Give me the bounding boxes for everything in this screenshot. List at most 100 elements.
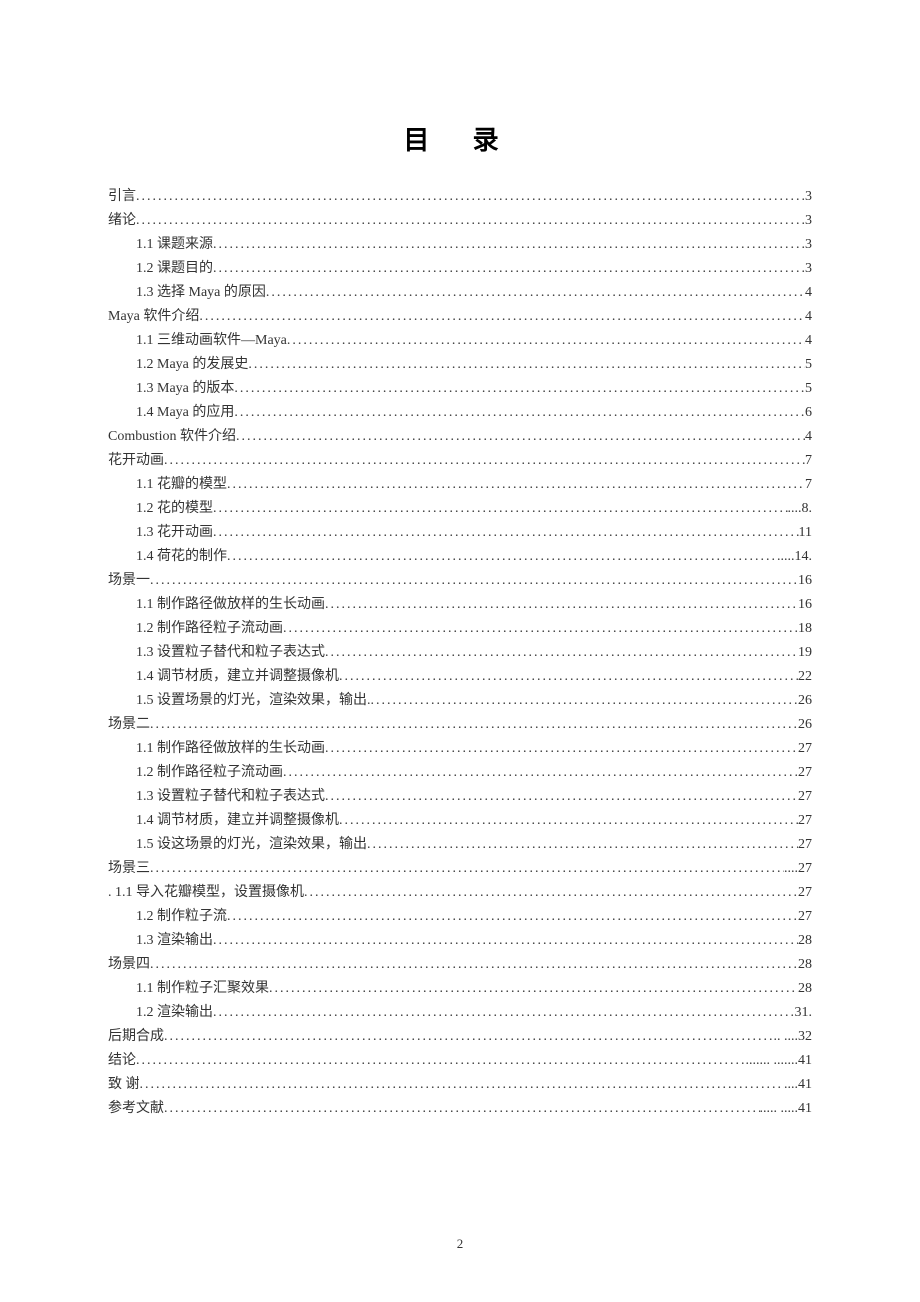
toc-entry-page: 27 bbox=[798, 785, 812, 809]
toc-entry-page: 7 bbox=[805, 449, 812, 473]
toc-dots bbox=[339, 809, 798, 833]
toc-entry-label: 参考文献 bbox=[108, 1097, 164, 1121]
toc-entry: 1.4 调节材质，建立并调整摄像机 27 bbox=[108, 809, 812, 833]
toc-dots bbox=[213, 257, 805, 281]
toc-entry-label: 1.4 荷花的制作 bbox=[136, 545, 227, 569]
toc-dots bbox=[213, 1001, 795, 1025]
toc-entry-page: 4 bbox=[805, 329, 812, 353]
toc-entry-label: 1.2 制作粒子流 bbox=[136, 905, 227, 929]
toc-entry-page: 4 bbox=[805, 425, 812, 449]
toc-entry-page: 26 bbox=[798, 713, 812, 737]
toc-list: 引言3绪论31.1 课题来源31.2 课题目的31.3 选择 Maya 的原因 … bbox=[108, 185, 812, 1121]
toc-entry-label: 1.3 选择 Maya 的原因 bbox=[136, 281, 266, 305]
toc-entry: 1.2 渲染输出31. bbox=[108, 1001, 812, 1025]
toc-entry-label: 场景一 bbox=[108, 569, 150, 593]
toc-entry-page: 3 bbox=[805, 257, 812, 281]
toc-entry-label: 后期合成 bbox=[108, 1025, 164, 1049]
toc-entry: 1.2 花的模型 ....8. bbox=[108, 497, 812, 521]
toc-entry-page: 27 bbox=[798, 833, 812, 857]
toc-entry-label: 1.4 Maya 的应用 bbox=[136, 401, 234, 425]
toc-dots bbox=[325, 737, 798, 761]
toc-entry: 1.2 制作路径粒子流动画18 bbox=[108, 617, 812, 641]
toc-entry-label: 1.3 设置粒子替代和粒子表达式 bbox=[136, 641, 325, 665]
toc-entry: 1.2 Maya 的发展史 5 bbox=[108, 353, 812, 377]
toc-entry: 1.1 制作粒子汇聚效果28 bbox=[108, 977, 812, 1001]
toc-entry: 结论 ....... .......41 bbox=[108, 1049, 812, 1073]
toc-entry-label: 1.5 设这场景的灯光，渲染效果，输出 bbox=[136, 833, 367, 857]
toc-entry-page: 5 bbox=[805, 353, 812, 377]
toc-dots bbox=[136, 185, 805, 209]
toc-entry: Maya 软件介绍4 bbox=[108, 305, 812, 329]
toc-entry: 1.3 Maya 的版本5 bbox=[108, 377, 812, 401]
toc-entry-label: 1.2 Maya 的发展史 bbox=[136, 353, 248, 377]
toc-entry: 1.1 课题来源3 bbox=[108, 233, 812, 257]
toc-entry-label: 1.4 调节材质，建立并调整摄像机 bbox=[136, 809, 339, 833]
toc-entry-page: 27 bbox=[798, 881, 812, 905]
toc-entry: 1.1 花瓣的模型 7 bbox=[108, 473, 812, 497]
toc-entry: 1.2 制作粒子流27 bbox=[108, 905, 812, 929]
toc-entry-label: 1.1 制作路径做放样的生长动画 bbox=[136, 737, 325, 761]
toc-dots bbox=[227, 473, 805, 497]
toc-dots bbox=[227, 905, 798, 929]
toc-dots bbox=[287, 329, 805, 353]
toc-entry: 1.1 三维动画软件—Maya4 bbox=[108, 329, 812, 353]
toc-entry-page: 5 bbox=[805, 377, 812, 401]
toc-dots bbox=[325, 593, 798, 617]
toc-entry-page: 7 bbox=[805, 473, 812, 497]
toc-dots bbox=[283, 761, 798, 785]
toc-entry-page: 27 bbox=[798, 737, 812, 761]
toc-dots bbox=[150, 953, 798, 977]
toc-entry-page: 27 bbox=[798, 809, 812, 833]
toc-entry-page: .. ....32 bbox=[774, 1025, 813, 1049]
toc-dots bbox=[234, 401, 805, 425]
toc-entry: 1.1 制作路径做放样的生长动画16 bbox=[108, 593, 812, 617]
toc-dots bbox=[266, 281, 805, 305]
toc-entry-label: Maya 软件介绍 bbox=[108, 305, 199, 329]
toc-entry-page: 27 bbox=[798, 761, 812, 785]
toc-entry-label: Combustion 软件介绍 bbox=[108, 425, 236, 449]
toc-entry-page: 6 bbox=[805, 401, 812, 425]
toc-dots bbox=[164, 1097, 760, 1121]
toc-entry: 1.4 调节材质，建立并调整摄像机 22 bbox=[108, 665, 812, 689]
toc-dots bbox=[136, 1049, 746, 1073]
toc-dots bbox=[367, 833, 798, 857]
toc-entry-page: ..... .....41 bbox=[760, 1097, 813, 1121]
toc-entry-page: 16 bbox=[798, 569, 812, 593]
toc-entry-label: 1.2 制作路径粒子流动画 bbox=[136, 761, 283, 785]
toc-entry-label: 1.1 制作路径做放样的生长动画 bbox=[136, 593, 325, 617]
toc-entry-page: 22 bbox=[798, 665, 812, 689]
toc-entry-label: 引言 bbox=[108, 185, 136, 209]
page-number: 2 bbox=[0, 1236, 920, 1252]
toc-entry-label: 致 谢 bbox=[108, 1073, 140, 1097]
toc-entry-label: 1.5 设置场景的灯光，渲染效果，输出. bbox=[136, 689, 371, 713]
toc-entry-page: 18 bbox=[798, 617, 812, 641]
toc-entry-label: 1.2 渲染输出 bbox=[136, 1001, 213, 1025]
toc-entry-page: 28 bbox=[798, 977, 812, 1001]
toc-dots bbox=[150, 713, 798, 737]
toc-entry-label: 场景三 bbox=[108, 857, 150, 881]
toc-entry-label: 结论 bbox=[108, 1049, 136, 1073]
toc-entry: 1.3 设置粒子替代和粒子表达式19 bbox=[108, 641, 812, 665]
toc-entry: 场景二 26 bbox=[108, 713, 812, 737]
toc-entry: 1.3 渲染输出28 bbox=[108, 929, 812, 953]
toc-entry-label: 1.4 调节材质，建立并调整摄像机 bbox=[136, 665, 339, 689]
toc-entry-label: 1.1 花瓣的模型 bbox=[136, 473, 227, 497]
toc-entry: . 1.1 导入花瓣模型，设置摄像机 27 bbox=[108, 881, 812, 905]
toc-entry-label: . 1.1 导入花瓣模型，设置摄像机 bbox=[108, 881, 304, 905]
toc-entry: 1.3 花开动画11 bbox=[108, 521, 812, 545]
toc-entry: Combustion 软件介绍 4 bbox=[108, 425, 812, 449]
toc-entry-page: ....27 bbox=[784, 857, 812, 881]
toc-entry: 绪论3 bbox=[108, 209, 812, 233]
toc-entry: 引言3 bbox=[108, 185, 812, 209]
toc-entry: 场景四28 bbox=[108, 953, 812, 977]
toc-dots bbox=[199, 305, 805, 329]
toc-dots bbox=[234, 377, 805, 401]
toc-dots bbox=[325, 641, 798, 665]
toc-entry: 1.5 设这场景的灯光，渲染效果，输出 27 bbox=[108, 833, 812, 857]
toc-entry-label: 场景二 bbox=[108, 713, 150, 737]
toc-title: 目 录 bbox=[108, 120, 812, 157]
toc-dots bbox=[248, 353, 805, 377]
toc-entry-page: ....8. bbox=[788, 497, 813, 521]
toc-dots bbox=[304, 881, 798, 905]
toc-entry-page: ....14. bbox=[781, 545, 813, 569]
